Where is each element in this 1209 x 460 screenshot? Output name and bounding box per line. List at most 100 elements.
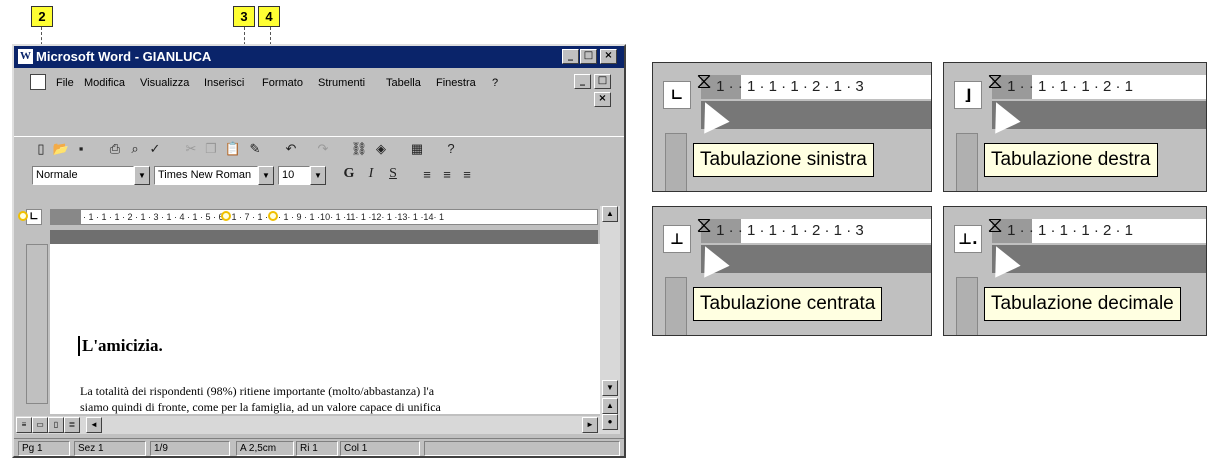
panel-ruler: · 1 · · 1 · 1 · 1 · 2 · 1 — [992, 219, 1206, 243]
format-painter-icon[interactable]: ✎ — [246, 140, 264, 158]
word-window: W Microsoft Word - GIANLUCA _ □ × File M… — [12, 44, 626, 458]
tooltip-tab-decimal: Tabulazione decimale — [984, 287, 1181, 321]
underline-button[interactable]: S — [384, 166, 402, 184]
style-select[interactable]: Normale — [32, 166, 134, 185]
size-dropdown-icon[interactable]: ▼ — [310, 166, 326, 185]
print-preview-icon[interactable]: ⌕ — [126, 140, 144, 158]
normal-view-icon[interactable]: ≡ — [16, 417, 32, 433]
panel-tab-decimal: · 1 · · 1 · 1 · 1 · 2 · 1 ⧖ ⊥. Tabulazio… — [943, 206, 1207, 336]
align-right-icon[interactable]: ≡ — [458, 166, 476, 184]
scroll-left-icon[interactable]: ◄ — [86, 417, 102, 433]
panel-vertical-ruler — [956, 133, 978, 191]
undo-icon[interactable]: ↶ — [282, 140, 300, 158]
tooltip-tab-center: Tabulazione centrata — [693, 287, 883, 321]
vertical-ruler[interactable] — [26, 244, 48, 404]
scroll-up-icon[interactable]: ▲ — [602, 206, 618, 222]
web-view-icon[interactable]: ▭ — [32, 417, 48, 433]
vertical-scrollbar[interactable]: ▲ ▼ ▲ ● — [600, 206, 620, 434]
menu-strumenti[interactable]: Strumenti — [318, 77, 365, 89]
status-page: Pg 1 — [18, 441, 70, 456]
menu-inserisci[interactable]: Inserisci — [204, 77, 244, 89]
panel-tab-center: · 1 · · 1 · 1 · 1 · 2 · 1 · 3 ⧖ ⊥ Tabula… — [652, 206, 932, 336]
title-bar[interactable]: W Microsoft Word - GIANLUCA _ □ × — [14, 46, 624, 68]
window-title: Microsoft Word - GIANLUCA — [36, 49, 212, 64]
standard-toolbar: ▯ 📂 ▪ ⎙ ⌕ ✓ ✂ ❐ 📋 ✎ ↶ ↷ ⛓ ◈ ▦ ? — [14, 136, 624, 160]
indent-marker-icon: ⧖ — [987, 69, 1003, 94]
font-select[interactable]: Times New Roman — [154, 166, 258, 185]
menu-finestra[interactable]: Finestra — [436, 77, 476, 89]
document-icon[interactable] — [30, 74, 46, 90]
align-left-icon[interactable]: ≡ — [418, 166, 436, 184]
ruler-row: ∟ · 1 · 1 · 1 · 2 · 1 · 3 · 1 · 4 · 1 · … — [16, 206, 622, 228]
menu-formato[interactable]: Formato — [262, 77, 303, 89]
minimize-button[interactable]: _ — [562, 49, 579, 64]
italic-button[interactable]: I — [362, 166, 380, 184]
ruler-numbers: · 1 · 1 · 1 · 2 · 1 · 3 · 1 · 4 · 1 · 5 … — [83, 212, 444, 222]
document-heading: L'amicizia. — [78, 336, 163, 356]
hyperlink-icon[interactable]: ⛓ — [350, 140, 368, 158]
horizontal-ruler[interactable]: · 1 · 1 · 1 · 2 · 1 · 3 · 1 · 4 · 1 · 5 … — [50, 209, 598, 225]
bold-button[interactable]: G — [340, 166, 358, 184]
menu-help[interactable]: ? — [492, 77, 498, 89]
close-button[interactable]: × — [600, 49, 617, 64]
open-icon[interactable]: 📂 — [52, 140, 70, 158]
tab-marker-2[interactable] — [18, 211, 28, 221]
tab-marker-3[interactable] — [221, 211, 231, 221]
document-body-line-2: siamo quindi di fronte, come per la fami… — [80, 400, 441, 414]
cut-icon[interactable]: ✂ — [182, 140, 200, 158]
document-page[interactable]: L'amicizia. La totalità dei rispondenti … — [50, 244, 600, 414]
spelling-icon[interactable]: ✓ — [146, 140, 164, 158]
save-icon[interactable]: ▪ — [72, 140, 90, 158]
status-bar: Pg 1 Sez 1 1/9 A 2,5cm Ri 1 Col 1 — [14, 438, 624, 456]
status-pages: 1/9 — [150, 441, 230, 456]
new-icon[interactable]: ▯ — [32, 140, 50, 158]
menu-tabella[interactable]: Tabella — [386, 77, 421, 89]
menu-file[interactable]: File — [56, 77, 74, 89]
tab-marker-4[interactable] — [268, 211, 278, 221]
menu-modifica[interactable]: Modifica — [84, 77, 125, 89]
tab-center-button[interactable]: ⊥ — [663, 225, 691, 253]
horizontal-scrollbar[interactable]: ≡ ▭ ▯ ≣ ◄ ► — [16, 416, 600, 434]
print-icon[interactable]: ⎙ — [106, 140, 124, 158]
align-center-icon[interactable]: ≡ — [438, 166, 456, 184]
status-section: Sez 1 — [74, 441, 146, 456]
web-icon[interactable]: ◈ — [372, 140, 390, 158]
redo-icon[interactable]: ↷ — [314, 140, 332, 158]
doc-restore-button[interactable]: □ — [594, 74, 611, 89]
tab-selector-button[interactable]: ∟ — [26, 209, 42, 225]
status-modes — [424, 441, 620, 456]
table-icon[interactable]: ▦ — [408, 140, 426, 158]
document-body-line-1: La totalità dei rispondenti (98%) ritien… — [80, 384, 435, 398]
panel-vertical-ruler — [665, 133, 687, 191]
panel-shadow-band — [992, 245, 1206, 273]
doc-minimize-button[interactable]: _ — [574, 74, 591, 89]
prev-page-icon[interactable]: ▲ — [602, 398, 618, 414]
layout-view-icon[interactable]: ▯ — [48, 417, 64, 433]
size-select[interactable]: 10 — [278, 166, 310, 185]
panel-vertical-ruler — [956, 277, 978, 335]
tab-left-button[interactable]: ∟ — [663, 81, 691, 109]
tab-decimal-button[interactable]: ⊥. — [954, 225, 982, 253]
tooltip-tab-left: Tabulazione sinistra — [693, 143, 874, 177]
outline-view-icon[interactable]: ≣ — [64, 417, 80, 433]
panel-shadow-band — [701, 245, 931, 273]
style-dropdown-icon[interactable]: ▼ — [134, 166, 150, 185]
scroll-down-icon[interactable]: ▼ — [602, 380, 618, 396]
panel-shadow-band — [701, 101, 931, 129]
font-dropdown-icon[interactable]: ▼ — [258, 166, 274, 185]
indent-marker-icon: ⧖ — [987, 213, 1003, 238]
restore-button[interactable]: □ — [580, 49, 597, 64]
copy-icon[interactable]: ❐ — [202, 140, 220, 158]
menu-visualizza[interactable]: Visualizza — [140, 77, 189, 89]
scroll-right-icon[interactable]: ► — [582, 417, 598, 433]
paste-icon[interactable]: 📋 — [224, 140, 242, 158]
help-icon[interactable]: ? — [442, 140, 460, 158]
doc-close-button[interactable]: × — [594, 92, 611, 107]
tooltip-tab-right: Tabulazione destra — [984, 143, 1158, 177]
ruler-shadow-band — [50, 230, 598, 244]
tab-right-button[interactable]: ⌋ — [954, 81, 982, 109]
browse-object-icon[interactable]: ● — [602, 414, 618, 430]
status-line: Ri 1 — [296, 441, 338, 456]
panel-vertical-ruler — [665, 277, 687, 335]
callout-4: 4 — [258, 6, 280, 27]
